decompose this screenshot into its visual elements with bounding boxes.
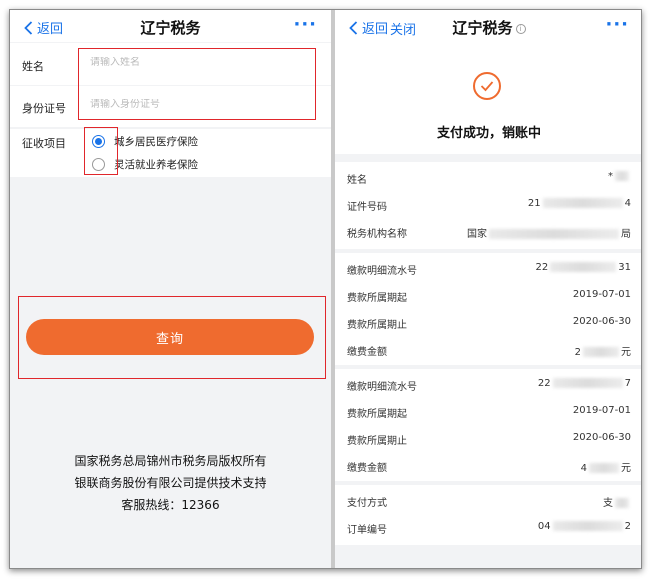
person-info-group: 姓名 * 证件号码 21 4 税务机构名称 国家局 (335, 162, 641, 249)
payment-group: 缴款明细流水号 22 7 费款所属期起 2019-07-01 费款所属期止 202… (335, 369, 641, 481)
id-row: 身份证号 (10, 86, 331, 127)
name-row: 姓名 (10, 43, 331, 85)
payment-result-page: 返回 关闭 辽宁税务i ··· 支付成功，销账中 姓名 * 证件号码 214 (335, 10, 641, 568)
screenshot-frame: 返回 辽宁税务 ··· 姓名 身份证号 征收项目 城乡居民医疗保险 灵活就业养老… (9, 9, 642, 569)
more-menu-button[interactable]: ··· (293, 14, 317, 35)
query-button[interactable]: 查询 (26, 319, 314, 355)
info-row-tax-office: 税务机构名称 国家局 (335, 218, 641, 245)
info-label: 证件号码 (347, 202, 387, 213)
info-value: 支 (603, 494, 631, 509)
id-input[interactable] (90, 99, 290, 110)
info-label: 缴款明细流水号 (347, 266, 417, 277)
close-button[interactable]: 关闭 (390, 19, 416, 38)
radio-unchecked-icon[interactable] (92, 158, 105, 171)
nav-bar: 返回 辽宁税务 ··· (10, 10, 331, 42)
order-row-number: 订单编号 04 2 (335, 514, 641, 541)
collection-label: 征收项目 (22, 137, 66, 150)
info-value: 2019-07-01 (572, 289, 631, 300)
info-value: 2020-06-30 (572, 316, 631, 327)
info-row-id: 证件号码 21 4 (335, 191, 641, 218)
info-label: 订单编号 (347, 525, 387, 536)
info-label: 支付方式 (347, 498, 387, 509)
payment-row-amount: 缴费金额 2元 (335, 336, 641, 363)
chevron-left-icon (349, 20, 358, 35)
footer-copyright: 国家税务总局锦州市税务局版权所有 (74, 454, 267, 468)
payment-row-end: 费款所属期止 2020-06-30 (335, 425, 641, 452)
info-label: 费款所属期止 (347, 436, 407, 447)
name-input[interactable] (90, 57, 290, 68)
radio-option-pension[interactable]: 灵活就业养老保险 (92, 157, 198, 172)
payment-row-start: 费款所属期起 2019-07-01 (335, 398, 641, 425)
footer-hotline: 客服热线：12366 (121, 498, 220, 512)
back-label: 返回 (362, 22, 389, 37)
back-button[interactable]: 返回 (349, 18, 388, 37)
more-menu-button[interactable]: ··· (605, 14, 629, 35)
info-value: 04 2 (537, 521, 631, 532)
radio-checked-icon[interactable] (92, 135, 105, 148)
info-icon[interactable]: i (515, 23, 526, 34)
info-label: 费款所属期起 (347, 409, 407, 420)
id-label: 身份证号 (22, 102, 66, 115)
payment-row-start: 费款所属期起 2019-07-01 (335, 282, 641, 309)
back-label: 返回 (37, 22, 64, 37)
info-label: 缴费金额 (347, 463, 387, 474)
success-section: 支付成功，销账中 (335, 42, 641, 154)
order-row-method: 支付方式 支 (335, 487, 641, 514)
info-label: 费款所属期止 (347, 320, 407, 331)
payment-group: 缴款明细流水号 22 31 费款所属期起 2019-07-01 费款所属期止 20… (335, 253, 641, 365)
payment-row-serial: 缴款明细流水号 22 7 (335, 371, 641, 398)
info-value: 4元 (580, 463, 631, 474)
info-label: 税务机构名称 (347, 229, 407, 240)
radio-option-medical[interactable]: 城乡居民医疗保险 (92, 134, 198, 149)
collection-row: 征收项目 城乡居民医疗保险 灵活就业养老保险 (10, 129, 331, 177)
info-label: 缴款明细流水号 (347, 382, 417, 393)
info-label: 姓名 (347, 175, 367, 186)
query-page: 返回 辽宁税务 ··· 姓名 身份证号 征收项目 城乡居民医疗保险 灵活就业养老… (10, 10, 331, 568)
payment-row-serial: 缴款明细流水号 22 31 (335, 255, 641, 282)
radio-option-label: 灵活就业养老保险 (114, 159, 198, 171)
status-text: 支付成功，销账中 (436, 126, 541, 141)
info-value: 22 31 (535, 262, 631, 273)
footer-support: 银联商务股份有限公司提供技术支持 (74, 476, 267, 490)
info-value: 22 7 (537, 378, 631, 389)
order-info-group: 支付方式 支 订单编号 04 2 (335, 485, 641, 545)
nav-bar: 返回 关闭 辽宁税务 i ··· (335, 10, 641, 42)
radio-option-label: 城乡居民医疗保险 (114, 136, 198, 148)
info-label: 费款所属期起 (347, 293, 407, 304)
page-title-text: 辽宁税务 (452, 19, 513, 37)
info-value: 国家局 (467, 229, 631, 240)
name-label: 姓名 (22, 60, 44, 73)
info-row-name: 姓名 * (335, 164, 641, 191)
payment-row-amount: 缴费金额 4元 (335, 452, 641, 479)
info-value: 2020-06-30 (572, 432, 631, 443)
info-value: 2元 (574, 347, 631, 358)
chevron-left-icon (24, 20, 33, 35)
info-label: 缴费金额 (347, 347, 387, 358)
payment-row-end: 费款所属期止 2020-06-30 (335, 309, 641, 336)
back-button[interactable]: 返回 (24, 18, 63, 37)
info-value: 21 4 (527, 198, 631, 209)
info-value: 2019-07-01 (572, 405, 631, 416)
check-circle-icon (473, 72, 501, 100)
info-value: * (608, 171, 631, 182)
